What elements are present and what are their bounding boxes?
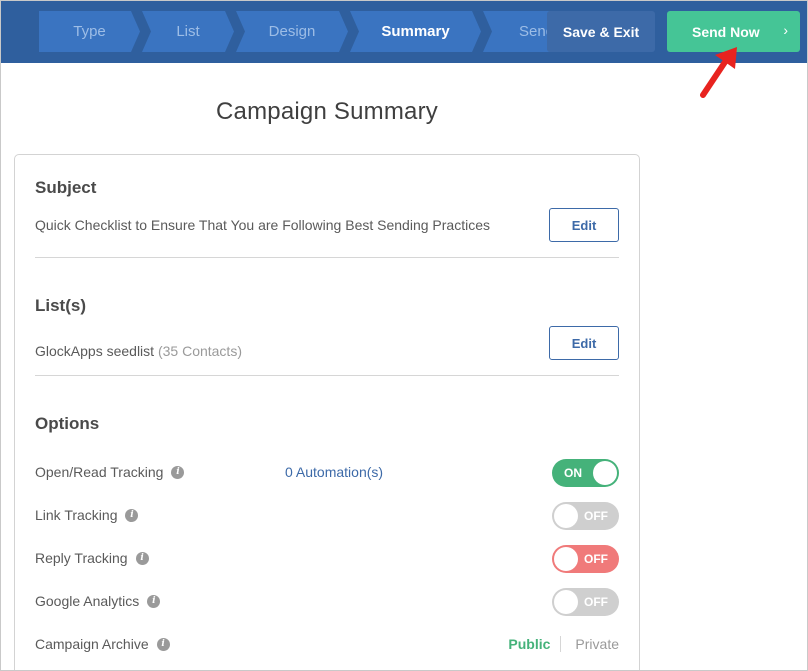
option-label: Link Tracking i: [35, 507, 139, 523]
toggle-state: OFF: [584, 595, 608, 609]
toggle-state: ON: [564, 466, 582, 480]
option-row-link-tracking: Link Tracking i OFF: [35, 502, 619, 530]
step-list[interactable]: List: [142, 11, 234, 52]
google-analytics-toggle[interactable]: OFF: [552, 588, 619, 616]
page-title: Campaign Summary: [216, 98, 438, 125]
option-row-reply-tracking: Reply Tracking i OFF: [35, 545, 619, 573]
info-icon[interactable]: i: [147, 594, 161, 608]
list-name: GlockApps seedlist: [35, 343, 155, 359]
option-label-text: Open/Read Tracking: [35, 464, 164, 480]
option-label: Google Analytics i: [35, 593, 161, 609]
wizard-topbar: Type List Design Summary Send Save & Exi…: [1, 1, 807, 63]
step-design[interactable]: Design: [236, 11, 348, 52]
toggle-state: OFF: [584, 509, 608, 523]
send-now-label: Send Now: [692, 23, 760, 40]
step-summary-label: Summary: [381, 23, 450, 40]
divider: [35, 257, 619, 258]
wizard-steps: Type List Design Summary Send: [39, 11, 575, 52]
toggle-knob: [554, 547, 578, 571]
option-label: Reply Tracking i: [35, 550, 149, 566]
step-type-label: Type: [73, 23, 106, 40]
reply-tracking-toggle[interactable]: OFF: [552, 545, 619, 573]
edit-subject-button[interactable]: Edit: [549, 208, 619, 242]
save-exit-button[interactable]: Save & Exit: [547, 11, 655, 52]
edit-list-button[interactable]: Edit: [549, 326, 619, 360]
step-summary[interactable]: Summary: [350, 11, 481, 52]
option-row-google-analytics: Google Analytics i OFF: [35, 588, 619, 616]
option-label-text: Link Tracking: [35, 507, 118, 523]
toggle-knob: [593, 461, 617, 485]
app-window: Type List Design Summary Send Save & Exi…: [0, 0, 808, 671]
archive-private-option[interactable]: Private: [561, 636, 619, 652]
toggle-knob: [554, 504, 578, 528]
summary-card: Subject Quick Checklist to Ensure That Y…: [14, 154, 640, 670]
archive-visibility-selector: Public Private: [508, 636, 619, 652]
list-entry: GlockApps seedlist (35 Contacts): [35, 343, 242, 359]
list-contact-count: (35 Contacts): [157, 343, 242, 359]
divider: [35, 375, 619, 376]
step-design-label: Design: [268, 23, 316, 40]
automations-link[interactable]: 0 Automation(s): [285, 464, 383, 480]
lists-heading: List(s): [35, 296, 86, 315]
options-heading: Options: [35, 414, 100, 433]
option-label-text: Campaign Archive: [35, 636, 149, 652]
option-row-campaign-archive: Campaign Archive i Public Private: [35, 631, 619, 659]
info-icon[interactable]: i: [135, 551, 149, 565]
info-icon[interactable]: i: [171, 465, 185, 479]
option-label-text: Google Analytics: [35, 593, 140, 609]
step-list-label: List: [176, 23, 200, 40]
option-row-open-tracking: Open/Read Tracking i 0 Automation(s) ON: [35, 459, 619, 487]
option-label: Campaign Archive i: [35, 636, 170, 652]
option-label: Open/Read Tracking i: [35, 464, 185, 480]
chevron-right-icon: ›: [783, 22, 788, 38]
option-label-text: Reply Tracking: [35, 550, 128, 566]
toggle-state: OFF: [584, 552, 608, 566]
subject-value: Quick Checklist to Ensure That You are F…: [35, 217, 490, 233]
subject-heading: Subject: [35, 178, 97, 197]
info-icon[interactable]: i: [125, 508, 139, 522]
step-type[interactable]: Type: [39, 11, 140, 52]
red-arrow-icon: [700, 47, 737, 98]
link-tracking-toggle[interactable]: OFF: [552, 502, 619, 530]
toggle-knob: [554, 590, 578, 614]
info-icon[interactable]: i: [156, 637, 170, 651]
open-tracking-toggle[interactable]: ON: [552, 459, 619, 487]
archive-public-option[interactable]: Public: [508, 636, 562, 652]
